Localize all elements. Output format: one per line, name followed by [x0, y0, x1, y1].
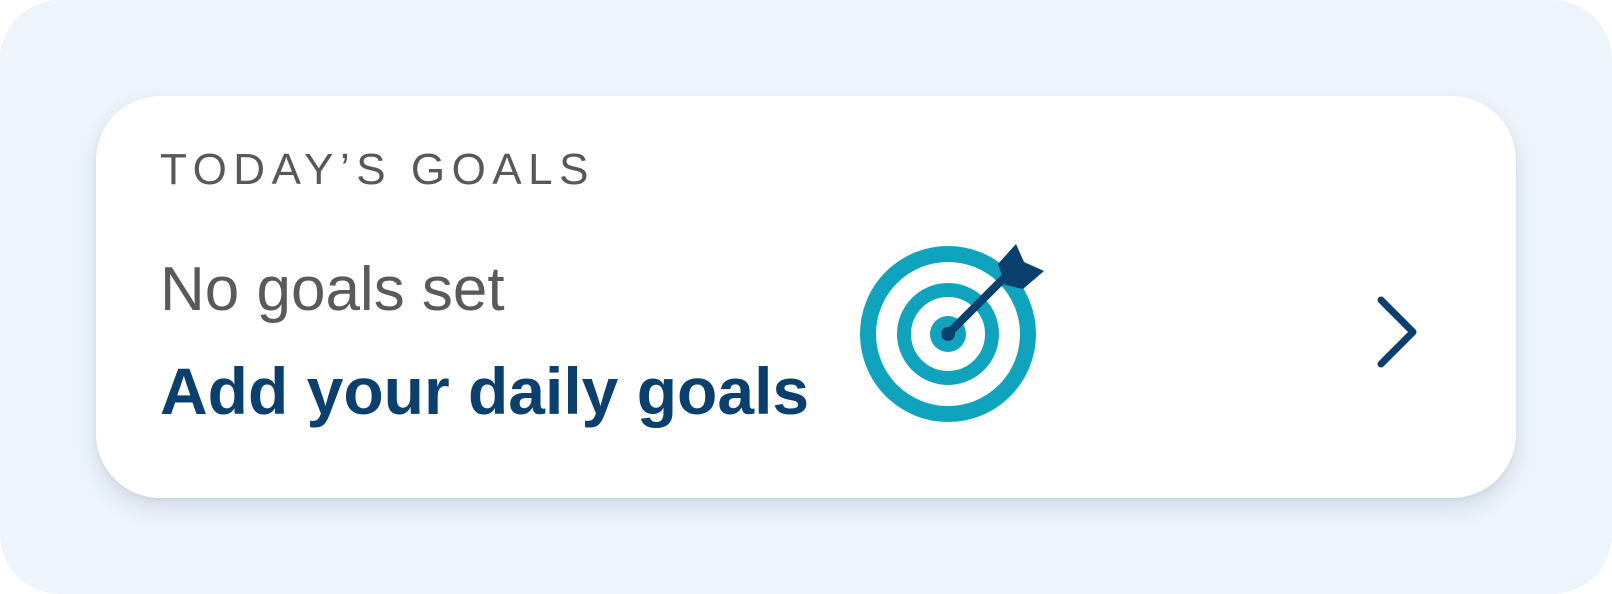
chevron-right-icon[interactable]	[1371, 292, 1435, 372]
app-background: TODAY’S GOALS No goals set Add your dail…	[0, 0, 1612, 594]
target-with-arrow-icon	[860, 244, 1044, 422]
section-title: TODAY’S GOALS	[160, 145, 595, 194]
goals-status-text: No goals set	[160, 255, 505, 324]
add-goals-link[interactable]: Add your daily goals	[160, 358, 809, 424]
todays-goals-card[interactable]: TODAY’S GOALS No goals set Add your dail…	[96, 96, 1516, 498]
